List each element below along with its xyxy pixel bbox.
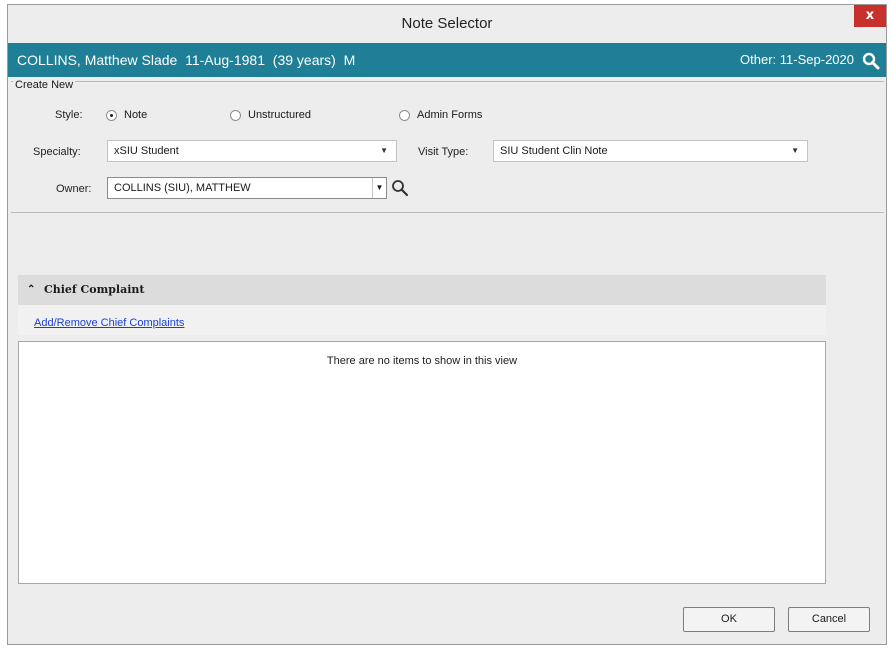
owner-label: Owner: [56, 183, 92, 195]
chief-complaint-link-bar: Add/Remove Chief Complaints [18, 305, 826, 335]
radio-unchecked-icon [399, 109, 410, 121]
patient-sex: M [343, 52, 356, 68]
radio-checked-icon [106, 109, 117, 121]
radio-unchecked-icon [230, 109, 241, 121]
owner-value: COLLINS (SIU), MATTHEW [114, 182, 251, 194]
patient-other-date: Other: 11-Sep-2020 [740, 52, 854, 67]
style-option-admin-forms: Admin Forms [417, 109, 483, 121]
patient-dob: 11-Aug-1981 [185, 52, 265, 68]
style-radio-note[interactable]: Note [106, 109, 147, 121]
patient-info: COLLINS, Matthew Slade 11-Aug-1981 (39 y… [17, 43, 355, 77]
close-button[interactable]: x [854, 5, 886, 27]
create-new-group: Create New Style: Note Unstructured Admi… [11, 79, 884, 213]
search-icon[interactable] [862, 52, 880, 70]
add-remove-chief-complaints-link[interactable]: Add/Remove Chief Complaints [34, 305, 184, 341]
owner-search-icon[interactable] [391, 179, 409, 197]
visit-type-value: SIU Student Clin Note [500, 145, 608, 157]
title-bar: Note Selector x [8, 5, 886, 43]
specialty-value: xSIU Student [114, 145, 179, 157]
cancel-button[interactable]: Cancel [788, 607, 870, 632]
visit-type-label: Visit Type: [418, 146, 469, 158]
style-label: Style: [55, 109, 83, 121]
dropdown-arrow-icon: ▼ [791, 146, 799, 155]
ok-button[interactable]: OK [683, 607, 775, 632]
patient-banner: COLLINS, Matthew Slade 11-Aug-1981 (39 y… [8, 43, 886, 77]
patient-age: (39 years) [272, 52, 336, 68]
style-radio-admin-forms[interactable]: Admin Forms [399, 109, 482, 121]
chief-complaint-title: Chief Complaint [44, 283, 145, 296]
create-new-legend: Create New [13, 79, 76, 91]
style-radio-unstructured[interactable]: Unstructured [230, 109, 311, 121]
window-title: Note Selector [401, 15, 493, 32]
empty-list-message: There are no items to show in this view [326, 355, 518, 367]
patient-name: COLLINS, Matthew Slade [17, 52, 178, 68]
style-option-note: Note [124, 109, 148, 121]
specialty-select[interactable]: xSIU Student ▼ [107, 140, 397, 162]
style-option-unstructured: Unstructured [248, 109, 311, 121]
chief-complaint-list: There are no items to show in this view [18, 341, 826, 584]
dropdown-arrow-icon: ▼ [372, 178, 386, 198]
specialty-label: Specialty: [33, 146, 81, 158]
owner-select[interactable]: COLLINS (SIU), MATTHEW ▼ [107, 177, 387, 199]
collapse-chevron-icon[interactable]: ⌃ [27, 275, 35, 305]
chief-complaint-header[interactable]: ⌃ Chief Complaint [18, 275, 826, 305]
visit-type-select[interactable]: SIU Student Clin Note ▼ [493, 140, 808, 162]
note-selector-window: Note Selector x COLLINS, Matthew Slade 1… [7, 4, 887, 645]
dropdown-arrow-icon: ▼ [380, 146, 388, 155]
